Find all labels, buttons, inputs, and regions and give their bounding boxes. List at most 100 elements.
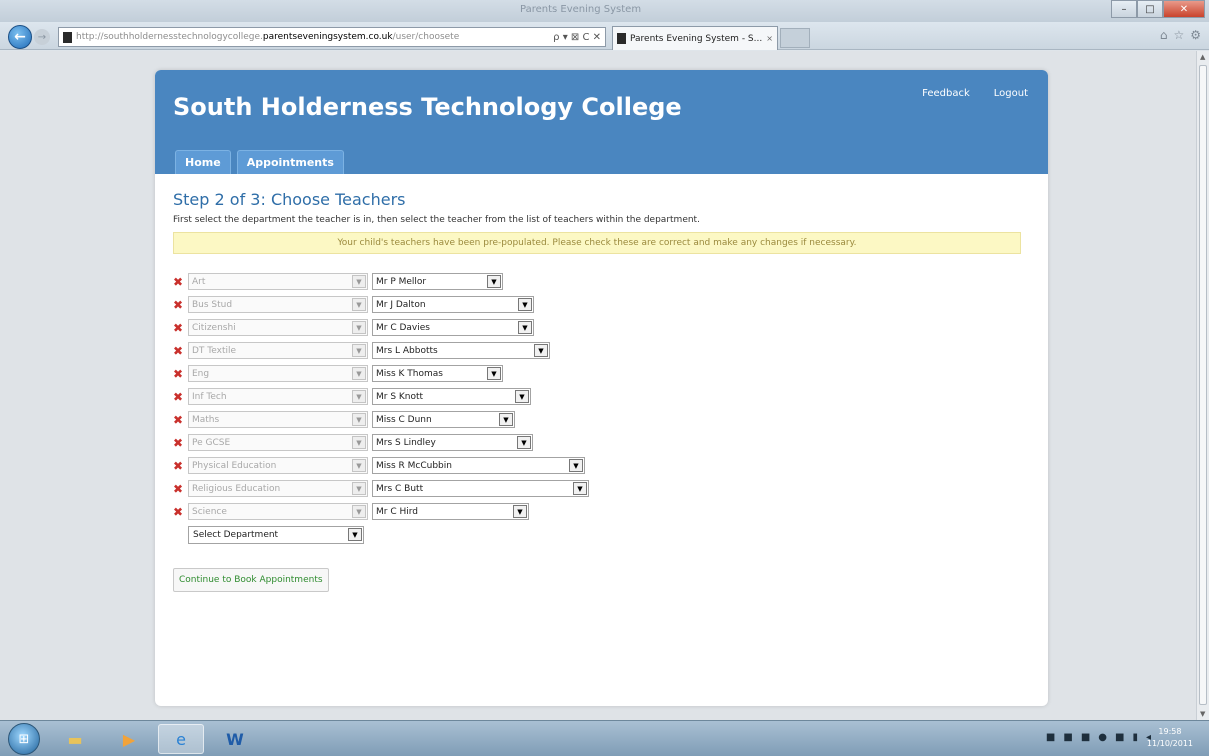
tab-home[interactable]: Home: [175, 150, 231, 174]
chevron-down-icon: ▼: [352, 505, 366, 518]
remove-row-icon[interactable]: ✖: [173, 390, 188, 404]
teacher-select[interactable]: Mrs S Lindley ▼: [372, 434, 533, 451]
vertical-scrollbar[interactable]: ▲ ▼: [1196, 51, 1209, 720]
department-select: DT Textile ▼: [188, 342, 368, 359]
minimize-icon[interactable]: –: [1111, 0, 1137, 18]
network-icon[interactable]: ▮: [1132, 732, 1138, 743]
start-button[interactable]: ⊞: [8, 723, 40, 755]
tray-icon[interactable]: ■: [1081, 732, 1090, 743]
tray-icon[interactable]: ●: [1098, 732, 1107, 743]
back-arrow-icon[interactable]: ←: [8, 25, 32, 49]
folder-icon[interactable]: ▬: [52, 724, 98, 754]
teacher-select[interactable]: Miss K Thomas ▼: [372, 365, 503, 382]
browser-tab[interactable]: Parents Evening System - S... ×: [612, 26, 778, 50]
teacher-select[interactable]: Miss R McCubbin ▼: [372, 457, 585, 474]
chevron-down-icon[interactable]: ▼: [534, 344, 548, 357]
chevron-down-icon: ▼: [352, 344, 366, 357]
chevron-down-icon[interactable]: ▼: [487, 275, 501, 288]
maximize-icon[interactable]: □: [1137, 0, 1163, 18]
media-player-icon[interactable]: ▶: [106, 724, 152, 754]
scroll-up-icon[interactable]: ▲: [1200, 53, 1205, 61]
address-bar[interactable]: http://southholdernesstechnologycollege.…: [58, 27, 606, 47]
teacher-select[interactable]: Mr S Knott ▼: [372, 388, 531, 405]
tray-icon[interactable]: ■: [1115, 732, 1124, 743]
department-value: Maths: [192, 414, 220, 425]
remove-row-icon[interactable]: ✖: [173, 505, 188, 519]
teacher-value: Mr C Davies: [376, 322, 430, 333]
feedback-link[interactable]: Feedback: [922, 88, 970, 99]
chevron-down-icon[interactable]: ▼: [573, 482, 587, 495]
remove-row-icon[interactable]: ✖: [173, 298, 188, 312]
chevron-down-icon[interactable]: ▼: [515, 390, 529, 403]
page-viewport: South Holderness Technology College Feed…: [0, 51, 1196, 720]
tray-icon[interactable]: ■: [1046, 732, 1055, 743]
tab-appointments[interactable]: Appointments: [236, 150, 344, 174]
teacher-row: ✖ Eng ▼ Miss K Thomas ▼: [173, 364, 1030, 383]
teacher-select[interactable]: Mr C Hird ▼: [372, 503, 529, 520]
logout-link[interactable]: Logout: [994, 88, 1028, 99]
word-icon[interactable]: W: [212, 724, 258, 754]
department-value: Religious Education: [192, 483, 281, 494]
chevron-down-icon[interactable]: ▼: [518, 321, 532, 334]
page-description: First select the department the teacher …: [173, 215, 700, 225]
favorites-star-icon[interactable]: ☆: [1173, 28, 1184, 42]
chevron-down-icon[interactable]: ▼: [569, 459, 583, 472]
chevron-down-icon[interactable]: ▼: [487, 367, 501, 380]
remove-row-icon[interactable]: ✖: [173, 436, 188, 450]
internet-explorer-icon[interactable]: e: [158, 724, 204, 754]
teacher-select[interactable]: Mr C Davies ▼: [372, 319, 534, 336]
remove-row-icon[interactable]: ✖: [173, 367, 188, 381]
remove-row-icon[interactable]: ✖: [173, 275, 188, 289]
teacher-value: Miss K Thomas: [376, 368, 443, 379]
department-select: Pe GCSE ▼: [188, 434, 368, 451]
chevron-down-icon[interactable]: ▼: [517, 436, 531, 449]
remove-row-icon[interactable]: ✖: [173, 344, 188, 358]
tray-icon[interactable]: ■: [1063, 732, 1072, 743]
department-select: Religious Education ▼: [188, 480, 368, 497]
department-value: Physical Education: [192, 460, 277, 471]
teacher-value: Mr P Mellor: [376, 276, 427, 287]
teacher-select[interactable]: Mrs C Butt ▼: [372, 480, 589, 497]
teacher-select[interactable]: Mrs L Abbotts ▼: [372, 342, 550, 359]
teacher-value: Miss R McCubbin: [376, 460, 452, 471]
teacher-value: Mrs L Abbotts: [376, 345, 438, 356]
teacher-row: ✖ Physical Education ▼ Miss R McCubbin ▼: [173, 456, 1030, 475]
remove-row-icon[interactable]: ✖: [173, 482, 188, 496]
department-value: Bus Stud: [192, 299, 233, 310]
teacher-select[interactable]: Mr P Mellor ▼: [372, 273, 503, 290]
remove-row-icon[interactable]: ✖: [173, 413, 188, 427]
address-tools[interactable]: ρ ▾ ⊠ C ✕: [549, 32, 605, 43]
main-panel: South Holderness Technology College Feed…: [155, 70, 1048, 706]
department-value: Citizenshi: [192, 322, 236, 333]
chevron-down-icon[interactable]: ▼: [513, 505, 527, 518]
teacher-select[interactable]: Miss C Dunn ▼: [372, 411, 515, 428]
continue-button[interactable]: Continue to Book Appointments: [173, 568, 329, 592]
teacher-value: Miss C Dunn: [376, 414, 432, 425]
tab-title: Parents Evening System - S...: [630, 33, 763, 44]
new-tab-button[interactable]: [780, 28, 810, 48]
remove-row-icon[interactable]: ✖: [173, 459, 188, 473]
select-department-dropdown[interactable]: Select Department ▼: [188, 525, 364, 544]
chevron-down-icon[interactable]: ▼: [348, 528, 362, 541]
url-prefix: http://southholdernesstechnologycollege.: [76, 32, 263, 42]
taskbar-clock[interactable]: 19:58 11/10/2011: [1147, 726, 1193, 750]
browser-tools: ⌂ ☆ ⚙: [1160, 28, 1201, 42]
scroll-down-icon[interactable]: ▼: [1200, 710, 1205, 718]
teacher-select[interactable]: Mr J Dalton ▼: [372, 296, 534, 313]
department-select: Inf Tech ▼: [188, 388, 368, 405]
home-icon[interactable]: ⌂: [1160, 28, 1168, 42]
chevron-down-icon: ▼: [352, 321, 366, 334]
close-window-icon[interactable]: ✕: [1163, 0, 1205, 18]
settings-gear-icon[interactable]: ⚙: [1190, 28, 1201, 42]
chevron-down-icon[interactable]: ▼: [499, 413, 513, 426]
forward-arrow-icon[interactable]: →: [34, 29, 50, 45]
chevron-down-icon[interactable]: ▼: [518, 298, 532, 311]
tab-close-icon[interactable]: ×: [762, 34, 777, 43]
address-url[interactable]: http://southholdernesstechnologycollege.…: [76, 32, 549, 42]
url-host: parentseveningsystem.co.uk: [262, 32, 393, 42]
scrollbar-thumb[interactable]: [1199, 65, 1207, 705]
remove-row-icon[interactable]: ✖: [173, 321, 188, 335]
window-titlebar: Parents Evening System – □ ✕: [0, 0, 1209, 22]
department-select: Physical Education ▼: [188, 457, 368, 474]
teacher-value: Mrs S Lindley: [376, 437, 436, 448]
